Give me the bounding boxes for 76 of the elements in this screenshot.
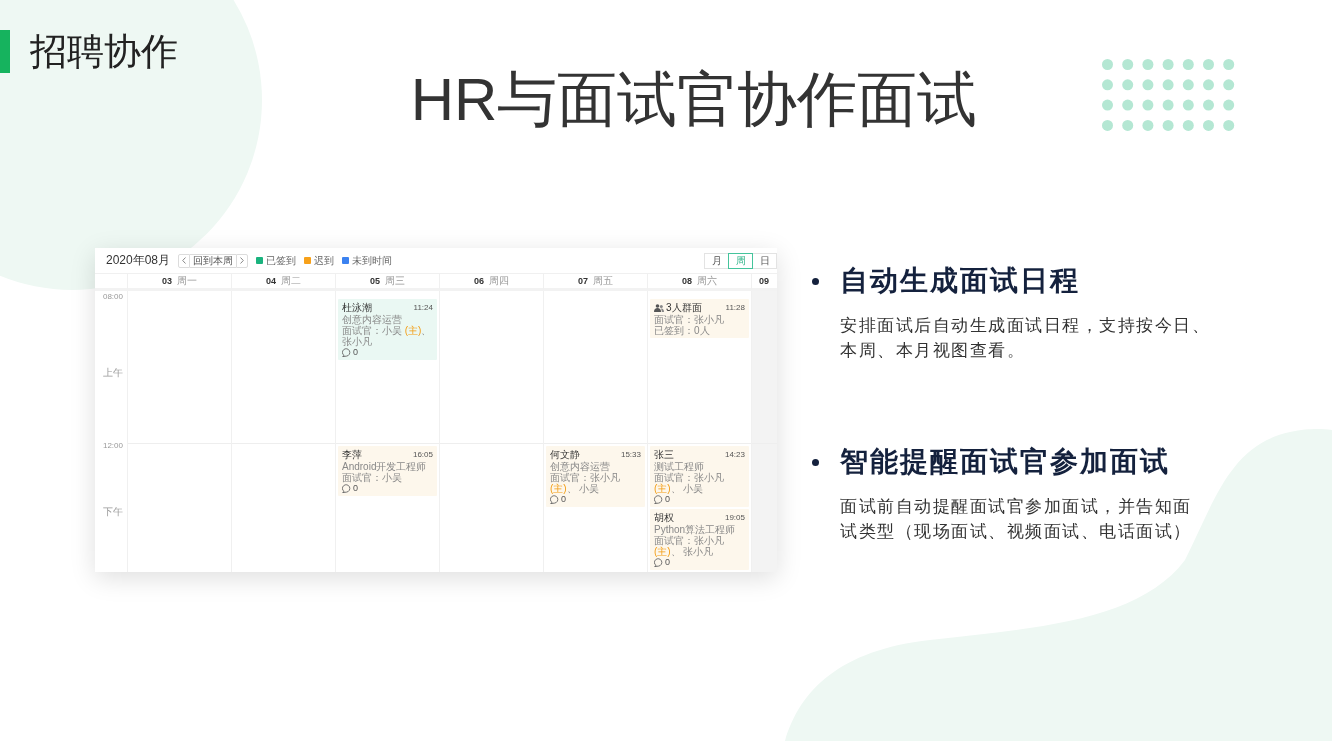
interview-event-card[interactable]: 张三 14:23 测试工程师 面试官：张小凡 (主)、 小吴 0 <box>650 446 749 507</box>
interview-event-card[interactable]: 何文静 15:33 创意内容运营 面试官：张小凡 (主)、 小吴 0 <box>546 446 645 507</box>
event-time: 11:28 <box>725 302 745 314</box>
day-date: 05 <box>370 276 380 286</box>
view-tab[interactable]: 月 <box>704 252 729 269</box>
feature-title: 智能提醒面试官参加面试 <box>840 445 1171 479</box>
bullet-icon <box>812 459 819 466</box>
event-title: 胡权 <box>654 512 674 524</box>
event-title: 杜泳潮 <box>342 302 372 314</box>
chevron-left-icon <box>182 257 187 264</box>
event-detail: 面试官：张小凡 (主)、 张小凡 <box>654 535 725 557</box>
feature-description: 安排面试后自动生成面试日程，支持按今日、 本周、本月视图查看。 <box>840 315 1210 362</box>
comment-count: 0 <box>353 483 358 494</box>
event-detail: 测试工程师 <box>654 461 704 472</box>
legend-label: 未到时间 <box>352 253 393 268</box>
event-detail: 面试官：张小凡 <box>654 314 725 325</box>
event-detail: 面试官：张小凡 (主)、 小吴 <box>654 472 725 494</box>
period-label: 下午 <box>103 505 123 518</box>
event-detail: 面试官：小吴 (主)、张小凡 <box>342 325 433 347</box>
time-label: 08:00 <box>102 292 123 302</box>
day-date: 07 <box>578 276 588 286</box>
period-label: 上午 <box>103 367 123 379</box>
next-week-button[interactable] <box>236 253 249 268</box>
today-button[interactable]: 回到本周 <box>190 253 237 268</box>
interview-event-card[interactable]: 胡权 19:05 Python算法工程师 面试官：张小凡 (主)、 张小凡 0 <box>650 509 749 570</box>
event-time: 19:05 <box>724 512 745 524</box>
event-detail: 创意内容运营 <box>342 314 403 325</box>
comment-count: 0 <box>665 557 670 568</box>
accent-bar <box>0 30 10 73</box>
interview-event-card[interactable]: 李萍 16:05 Android开发工程师 面试官：小吴 0 <box>338 446 437 496</box>
event-title: 何文静 <box>550 449 580 461</box>
day-weekday: 周四 <box>489 274 509 288</box>
section-title: 招聘协作 <box>30 30 178 73</box>
legend-label: 迟到 <box>314 253 335 268</box>
event-time: 16:05 <box>412 449 433 461</box>
headline: HR与面试官协作面试 <box>410 65 978 135</box>
event-detail: Python算法工程师 <box>654 524 737 535</box>
day-date: 04 <box>266 276 276 286</box>
previous-week-button[interactable] <box>178 253 191 268</box>
event-detail: 已签到：0人 <box>654 325 711 336</box>
event-detail: 创意内容运营 <box>550 461 610 472</box>
interview-event-card[interactable]: 杜泳潮 11:24 创意内容运营 面试官：小吴 (主)、张小凡 0 <box>338 299 437 360</box>
event-detail: 面试官：张小凡 (主)、 小吴 <box>550 472 621 494</box>
feature-description: 面试前自动提醒面试官参加面试，并告知面 试类型（现场面试、视频面试、电话面试） <box>840 496 1192 543</box>
legend-label: 已签到 <box>266 253 297 268</box>
comment-bubble-icon <box>342 348 351 357</box>
event-title: 3人群面 <box>666 302 702 314</box>
comment-bubble-icon <box>654 495 663 504</box>
day-date: 08 <box>682 276 692 286</box>
event-title: 李萍 <box>342 449 362 461</box>
day-weekday: 周五 <box>593 274 613 288</box>
feature-title: 自动生成面试日程 <box>840 264 1081 298</box>
event-time: 11:24 <box>413 302 433 314</box>
month-label: 2020年08月 <box>106 252 171 269</box>
day-date: 06 <box>474 276 484 286</box>
interview-event-card[interactable]: 3人群面 11:28 面试官：张小凡 已签到：0人 <box>650 299 749 338</box>
event-title: 张三 <box>654 449 674 461</box>
comment-count: 0 <box>665 494 670 505</box>
view-tab[interactable]: 日 <box>752 252 777 269</box>
day-date: 09 <box>759 276 769 286</box>
comment-bubble-icon <box>550 495 559 504</box>
day-weekday: 周三 <box>385 274 405 288</box>
bullet-icon <box>812 278 819 285</box>
event-detail: Android开发工程师 <box>342 461 428 472</box>
day-weekday: 周六 <box>697 274 717 288</box>
time-label: 12:00 <box>102 441 123 451</box>
comment-bubble-icon <box>342 484 351 493</box>
people-icon <box>654 304 664 312</box>
day-date: 03 <box>162 276 172 286</box>
comment-bubble-icon <box>654 558 663 567</box>
event-time: 14:23 <box>724 449 745 461</box>
chevron-right-icon <box>240 257 245 264</box>
event-time: 15:33 <box>620 449 641 461</box>
comment-count: 0 <box>353 347 358 358</box>
event-detail: 面试官：小吴 <box>342 472 403 483</box>
comment-count: 0 <box>561 494 566 505</box>
